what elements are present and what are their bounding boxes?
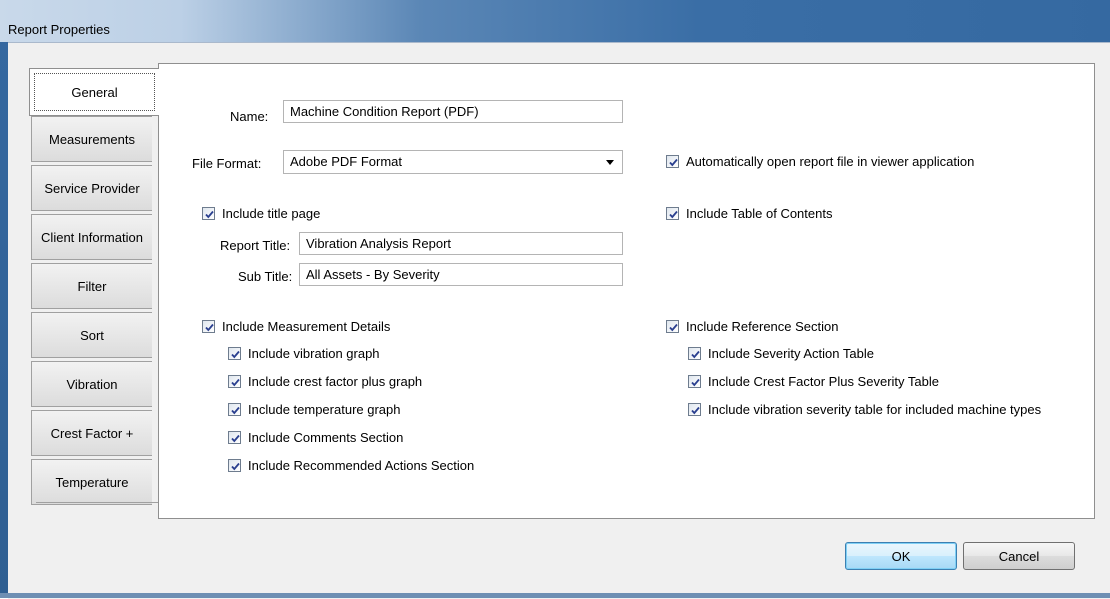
sub-title-label: Sub Title:	[238, 269, 293, 284]
sub-title-input[interactable]: All Assets - By Severity	[299, 263, 623, 286]
include-measurement-details-checkbox[interactable]: Include Measurement Details	[202, 319, 390, 334]
checkbox-checked-icon	[228, 347, 241, 360]
include-reference-section-checkbox[interactable]: Include Reference Section	[666, 319, 838, 334]
include-toc-checkbox[interactable]: Include Table of Contents	[666, 206, 832, 221]
tab-general[interactable]: General	[29, 68, 159, 116]
tab-label: Filter	[77, 278, 107, 294]
window-bottom-edge	[0, 593, 1110, 598]
checkbox-checked-icon	[688, 347, 701, 360]
include-crest-factor-severity-table-checkbox[interactable]: Include Crest Factor Plus Severity Table	[688, 374, 939, 389]
tab-temperature[interactable]: Temperature	[31, 459, 152, 505]
checkbox-checked-icon	[228, 459, 241, 472]
tab-label: Sort	[80, 327, 104, 343]
checkbox-checked-icon	[666, 155, 679, 168]
include-temperature-graph-checkbox[interactable]: Include temperature graph	[228, 402, 400, 417]
checkbox-checked-icon	[666, 207, 679, 220]
name-input[interactable]: Machine Condition Report (PDF)	[283, 100, 623, 123]
ok-button[interactable]: OK	[845, 542, 957, 570]
checkbox-checked-icon	[228, 403, 241, 416]
tab-label: Service Provider	[44, 180, 140, 196]
include-recommended-actions-checkbox[interactable]: Include Recommended Actions Section	[228, 458, 474, 473]
include-vibration-severity-table-checkbox[interactable]: Include vibration severity table for inc…	[688, 402, 1041, 417]
tab-filter[interactable]: Filter	[31, 263, 152, 309]
tab-client-information[interactable]: Client Information	[31, 214, 152, 260]
chevron-down-icon	[606, 160, 614, 165]
checkbox-label: Include Recommended Actions Section	[248, 458, 475, 473]
report-properties-window: Report Properties General Measurements S…	[0, 0, 1110, 599]
checkbox-label: Include Comments Section	[248, 430, 404, 445]
tab-vibration[interactable]: Vibration	[31, 361, 152, 407]
window-title: Report Properties	[8, 22, 110, 37]
checkbox-label: Include temperature graph	[248, 402, 401, 417]
file-format-select[interactable]: Adobe PDF Format	[283, 150, 623, 174]
cancel-button[interactable]: Cancel	[963, 542, 1075, 570]
tab-measurements[interactable]: Measurements	[31, 116, 152, 162]
include-crest-factor-graph-checkbox[interactable]: Include crest factor plus graph	[228, 374, 422, 389]
checkbox-label: Automatically open report file in viewer…	[686, 154, 975, 169]
tab-label: Crest Factor +	[50, 425, 134, 441]
tab-label: Vibration	[66, 376, 118, 392]
ok-button-label: OK	[891, 548, 911, 564]
checkbox-label: Include Crest Factor Plus Severity Table	[708, 374, 939, 389]
checkbox-label: Include Table of Contents	[686, 206, 833, 221]
checkbox-checked-icon	[228, 431, 241, 444]
checkbox-label: Include Reference Section	[686, 319, 839, 334]
include-severity-action-table-checkbox[interactable]: Include Severity Action Table	[688, 346, 874, 361]
checkbox-checked-icon	[666, 320, 679, 333]
tab-label: Measurements	[49, 131, 135, 147]
checkbox-label: Include vibration severity table for inc…	[708, 402, 1042, 417]
name-label: Name:	[230, 109, 269, 124]
focus-rectangle	[34, 73, 155, 111]
checkbox-checked-icon	[202, 320, 215, 333]
cancel-button-label: Cancel	[998, 548, 1040, 564]
checkbox-label: Include title page	[222, 206, 321, 221]
file-format-label: File Format:	[192, 156, 262, 171]
checkbox-checked-icon	[202, 207, 215, 220]
include-comments-section-checkbox[interactable]: Include Comments Section	[228, 430, 403, 445]
checkbox-label: Include vibration graph	[248, 346, 380, 361]
tab-service-provider[interactable]: Service Provider	[31, 165, 152, 211]
report-title-label: Report Title:	[220, 238, 291, 253]
include-vibration-graph-checkbox[interactable]: Include vibration graph	[228, 346, 380, 361]
title-bar[interactable]: Report Properties	[0, 0, 1110, 42]
tab-label: Temperature	[55, 474, 129, 490]
checkbox-checked-icon	[688, 403, 701, 416]
file-format-value: Adobe PDF Format	[290, 154, 402, 169]
checkbox-label: Include crest factor plus graph	[248, 374, 423, 389]
checkbox-label: Include Severity Action Table	[708, 346, 874, 361]
checkbox-checked-icon	[228, 375, 241, 388]
report-title-input[interactable]: Vibration Analysis Report	[299, 232, 623, 255]
include-title-page-checkbox[interactable]: Include title page	[202, 206, 320, 221]
checkbox-label: Include Measurement Details	[222, 319, 391, 334]
tab-sort[interactable]: Sort	[31, 312, 152, 358]
auto-open-checkbox[interactable]: Automatically open report file in viewer…	[666, 154, 974, 169]
checkbox-checked-icon	[688, 375, 701, 388]
general-tab-panel: Name: Machine Condition Report (PDF) Fil…	[158, 63, 1095, 519]
tab-strip-edge	[36, 502, 159, 505]
tab-crest-factor[interactable]: Crest Factor +	[31, 410, 152, 456]
tab-label: Client Information	[41, 229, 143, 245]
